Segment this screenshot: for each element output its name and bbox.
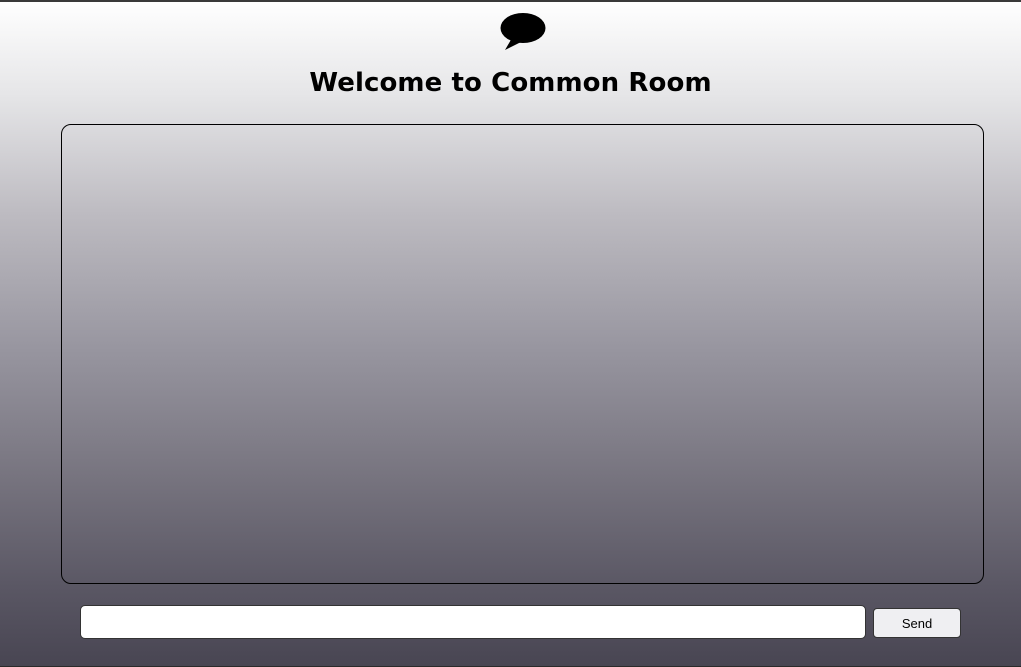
- send-button[interactable]: Send: [873, 608, 961, 638]
- speech-bubble-icon: [500, 13, 546, 50]
- page-title: Welcome to Common Room: [309, 68, 712, 98]
- chat-messages-area[interactable]: [61, 124, 984, 584]
- message-input[interactable]: [80, 605, 866, 639]
